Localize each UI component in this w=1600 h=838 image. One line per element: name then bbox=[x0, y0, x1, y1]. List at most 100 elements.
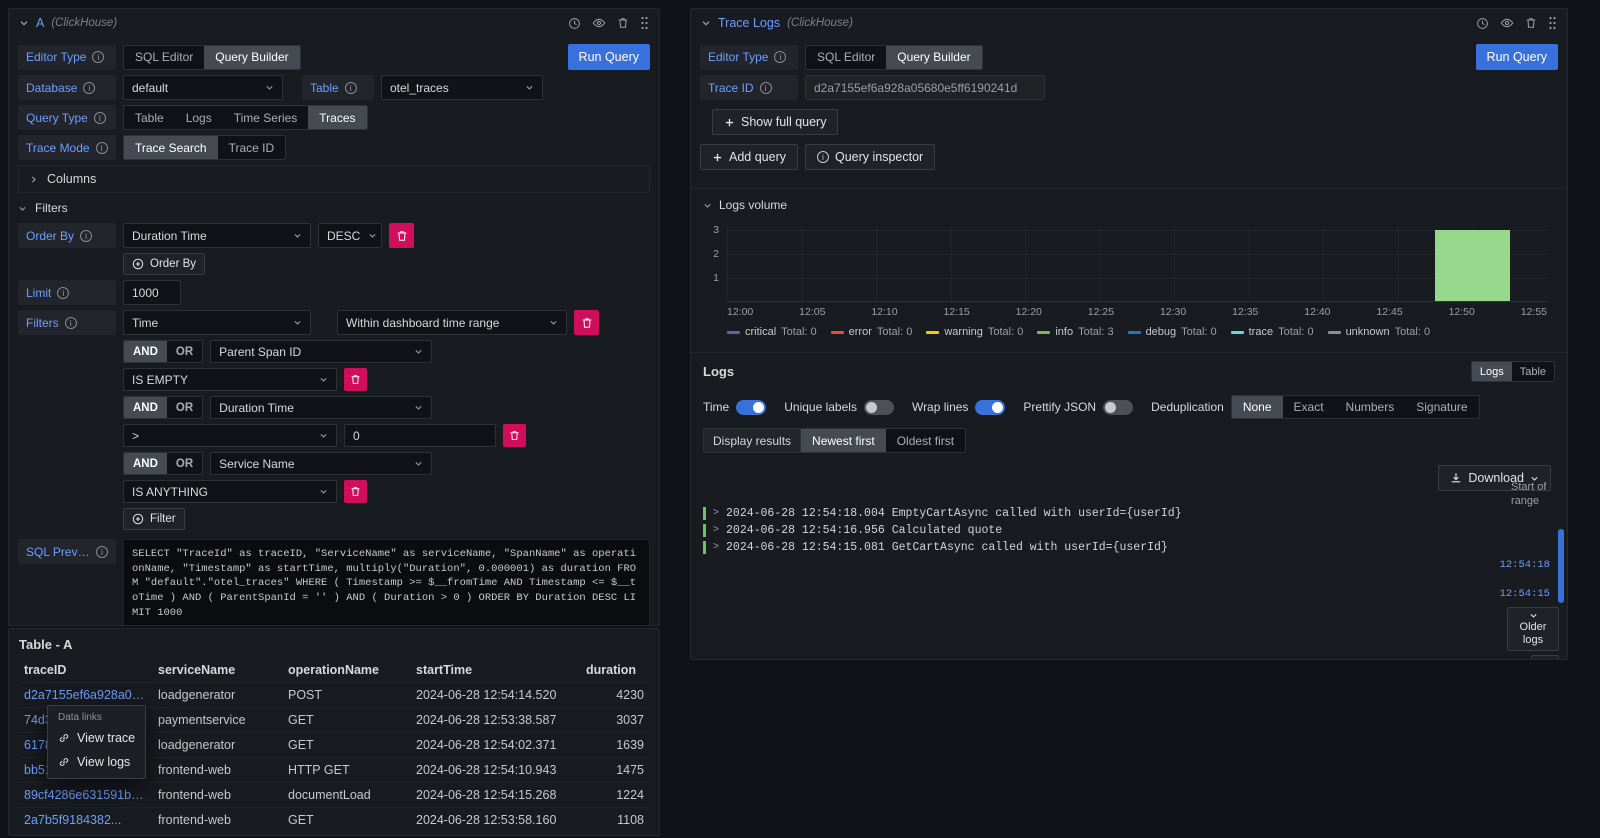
filters-section-header[interactable]: Filters bbox=[18, 201, 650, 215]
logs-volume-header[interactable]: Logs volume bbox=[703, 198, 1555, 212]
trash-icon[interactable] bbox=[617, 17, 629, 29]
remove-filter-button[interactable] bbox=[503, 424, 526, 447]
remove-filter-button[interactable] bbox=[344, 368, 367, 391]
editor-type-query-builder[interactable]: Query Builder bbox=[886, 46, 981, 69]
show-full-query-button[interactable]: Show full query bbox=[712, 109, 838, 135]
legend-item-info[interactable]: info Total: 3 bbox=[1037, 326, 1113, 338]
query-type-logs[interactable]: Logs bbox=[175, 106, 223, 129]
trash-icon[interactable] bbox=[1525, 17, 1537, 29]
or-option[interactable]: OR bbox=[167, 341, 202, 362]
legend-item-unknown[interactable]: unknown Total: 0 bbox=[1328, 326, 1431, 338]
unique-labels-toggle[interactable] bbox=[864, 400, 894, 415]
add-filter-button[interactable]: Filter bbox=[123, 508, 185, 530]
or-option[interactable]: OR bbox=[167, 397, 202, 418]
and-option[interactable]: AND bbox=[124, 397, 167, 418]
and-option[interactable]: AND bbox=[124, 341, 167, 362]
info-icon[interactable]: i bbox=[96, 142, 108, 154]
trace-mode-search[interactable]: Trace Search bbox=[124, 136, 218, 159]
expand-chevron-icon[interactable]: > bbox=[713, 525, 719, 536]
trace-mode-id[interactable]: Trace ID bbox=[218, 136, 286, 159]
drag-grip-icon[interactable] bbox=[1548, 16, 1557, 30]
remove-filter-button[interactable] bbox=[344, 480, 367, 503]
legend-item-error[interactable]: error Total: 0 bbox=[831, 326, 913, 338]
info-icon[interactable]: i bbox=[80, 230, 92, 242]
columns-section-header[interactable]: Columns bbox=[18, 165, 650, 193]
query-type-table[interactable]: Table bbox=[124, 106, 175, 129]
legend-item-warning[interactable]: warning Total: 0 bbox=[926, 326, 1023, 338]
trace-id-link[interactable]: 89cf4286e631591b4... bbox=[18, 783, 152, 808]
filter-field-select[interactable]: Parent Span ID bbox=[210, 340, 432, 363]
query-type-time-series[interactable]: Time Series bbox=[223, 106, 309, 129]
chevron-down-icon[interactable] bbox=[19, 18, 29, 28]
info-icon[interactable]: i bbox=[774, 51, 786, 63]
view-table-option[interactable]: Table bbox=[1512, 362, 1554, 381]
add-order-by-button[interactable]: Order By bbox=[123, 253, 205, 275]
and-option[interactable]: AND bbox=[124, 453, 167, 474]
expand-chevron-icon[interactable]: > bbox=[713, 542, 719, 553]
info-icon[interactable]: i bbox=[65, 317, 77, 329]
filter-operator-select[interactable]: IS ANYTHING bbox=[123, 480, 337, 503]
timeline-timestamp[interactable]: 12:54:15 bbox=[1500, 588, 1550, 600]
order-by-field-select[interactable]: Duration Time bbox=[123, 223, 311, 248]
info-icon[interactable]: i bbox=[96, 546, 108, 558]
dedup-signature-option[interactable]: Signature bbox=[1405, 396, 1478, 418]
remove-order-by-button[interactable] bbox=[389, 223, 414, 248]
expand-chevron-icon[interactable]: > bbox=[713, 508, 719, 519]
trace-id-link[interactable]: 2a7b5f9184382... bbox=[18, 808, 152, 833]
info-icon[interactable]: i bbox=[92, 51, 104, 63]
drag-grip-icon[interactable] bbox=[640, 16, 649, 30]
remove-filter-button[interactable] bbox=[574, 310, 599, 335]
order-by-direction-select[interactable]: DESC bbox=[318, 223, 382, 248]
limit-input[interactable] bbox=[123, 280, 181, 305]
add-query-button[interactable]: Add query bbox=[700, 144, 798, 170]
history-icon[interactable] bbox=[1476, 17, 1489, 30]
log-row[interactable]: > 2024-06-28 12:54:18.004 EmptyCartAsync… bbox=[703, 505, 1477, 522]
editor-type-sql-editor[interactable]: SQL Editor bbox=[806, 46, 886, 69]
filter-field-select[interactable]: Service Name bbox=[210, 452, 432, 475]
query-inspector-button[interactable]: i Query inspector bbox=[805, 144, 935, 170]
dedup-exact-option[interactable]: Exact bbox=[1283, 396, 1335, 418]
column-header-servicename[interactable]: serviceName bbox=[152, 658, 282, 683]
older-logs-button[interactable]: Older logs bbox=[1507, 607, 1559, 651]
legend-item-trace[interactable]: trace Total: 0 bbox=[1231, 326, 1314, 338]
logs-volume-chart[interactable]: 3 2 1 bbox=[727, 226, 1547, 302]
info-volume-bar[interactable] bbox=[1435, 230, 1510, 301]
query-ref-id[interactable]: A bbox=[36, 16, 44, 30]
run-query-button[interactable]: Run Query bbox=[1476, 44, 1558, 70]
wrap-lines-toggle[interactable] bbox=[975, 400, 1005, 415]
log-row[interactable]: > 2024-06-28 12:54:16.956 Calculated quo… bbox=[703, 522, 1477, 539]
column-header-starttime[interactable]: startTime bbox=[410, 658, 580, 683]
filter-operator-select[interactable]: > bbox=[123, 424, 337, 447]
database-select[interactable]: default bbox=[123, 75, 283, 100]
filter-field-select[interactable]: Duration Time bbox=[210, 396, 432, 419]
query-type-traces[interactable]: Traces bbox=[308, 106, 366, 129]
info-icon[interactable]: i bbox=[345, 82, 357, 94]
info-icon[interactable]: i bbox=[94, 112, 106, 124]
filter-field-select[interactable]: Time bbox=[123, 310, 311, 335]
legend-item-debug[interactable]: debug Total: 0 bbox=[1128, 326, 1217, 338]
oldest-first-option[interactable]: Oldest first bbox=[886, 429, 965, 452]
column-header-operationname[interactable]: operationName bbox=[282, 658, 410, 683]
or-option[interactable]: OR bbox=[167, 453, 202, 474]
view-logs-menu-item[interactable]: View logs bbox=[48, 750, 145, 774]
eye-icon[interactable] bbox=[592, 16, 606, 30]
scroll-to-top-button[interactable] bbox=[1531, 655, 1559, 660]
editor-type-query-builder[interactable]: Query Builder bbox=[204, 46, 299, 69]
view-trace-menu-item[interactable]: View trace bbox=[48, 726, 145, 750]
time-toggle[interactable] bbox=[736, 400, 766, 415]
trace-id-link[interactable]: d2a7155ef6a928a05... bbox=[18, 683, 152, 708]
table-select[interactable]: otel_traces bbox=[381, 75, 543, 100]
column-header-traceid[interactable]: traceID bbox=[18, 658, 152, 683]
history-icon[interactable] bbox=[568, 17, 581, 30]
sql-preview-code[interactable]: SELECT "TraceId" as traceID, "ServiceNam… bbox=[123, 539, 650, 626]
newest-first-option[interactable]: Newest first bbox=[801, 429, 886, 452]
column-header-duration[interactable]: duration bbox=[580, 658, 650, 683]
view-logs-option[interactable]: Logs bbox=[1472, 362, 1512, 381]
legend-item-critical[interactable]: critical Total: 0 bbox=[727, 326, 817, 338]
editor-type-sql-editor[interactable]: SQL Editor bbox=[124, 46, 204, 69]
dedup-none-option[interactable]: None bbox=[1232, 396, 1283, 418]
filter-value-input[interactable] bbox=[344, 424, 496, 447]
chevron-down-icon[interactable] bbox=[701, 18, 711, 28]
eye-icon[interactable] bbox=[1500, 16, 1514, 30]
info-icon[interactable]: i bbox=[57, 287, 69, 299]
